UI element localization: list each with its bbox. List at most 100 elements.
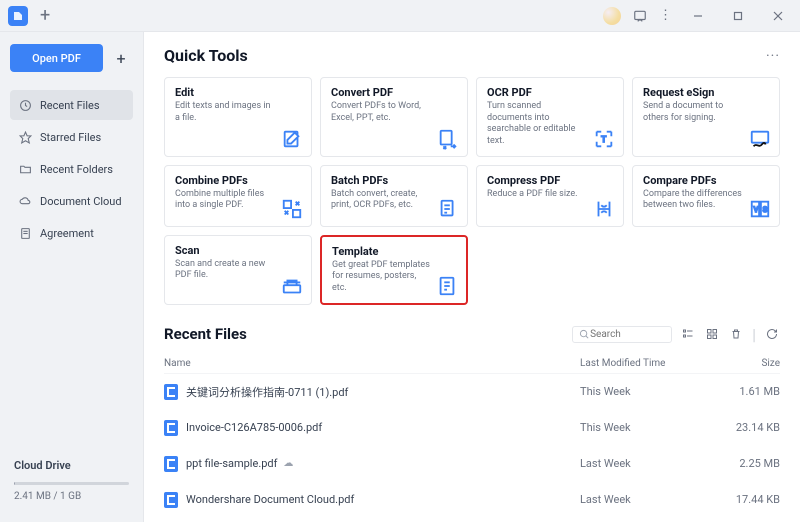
- title-bar: + ⋮: [0, 0, 800, 32]
- pdf-file-icon: [164, 456, 178, 472]
- tool-title: Scan: [175, 244, 301, 257]
- tool-desc: Scan and create a new PDF file.: [175, 259, 275, 282]
- sidebar-item-label: Recent Folders: [40, 163, 113, 176]
- add-file-button[interactable]: +: [109, 44, 133, 72]
- column-size: Size: [710, 358, 780, 369]
- cloud-drive-status: Cloud Drive 2.41 MB / 1 GB: [10, 451, 133, 510]
- main-content: Quick Tools ··· Edit Edit texts and image…: [144, 32, 800, 522]
- app-logo-icon: [8, 6, 28, 26]
- tool-card-edit[interactable]: Edit Edit texts and images in a file.: [164, 77, 312, 157]
- tool-icon: [281, 198, 303, 220]
- tool-desc: Compare the differences between two file…: [643, 189, 743, 212]
- file-row[interactable]: Wondershare Document Cloud.pdfLast Week1…: [164, 482, 780, 518]
- tool-card-batch-pdfs[interactable]: Batch PDFs Batch convert, create, print, …: [320, 165, 468, 227]
- tool-desc: Convert PDFs to Word, Excel, PPT, etc.: [331, 101, 431, 124]
- tool-title: Convert PDF: [331, 86, 457, 99]
- quick-tools-more-button[interactable]: ···: [766, 48, 780, 64]
- file-name: ppt file-sample.pdf ☁: [186, 457, 580, 470]
- file-time: Last Week: [580, 457, 710, 470]
- maximize-button[interactable]: [724, 4, 752, 28]
- kebab-menu-icon[interactable]: ⋮: [659, 8, 672, 23]
- file-name: Wondershare Document Cloud.pdf: [186, 493, 580, 506]
- search-box[interactable]: [572, 326, 672, 343]
- tool-icon: [281, 128, 303, 150]
- grid-view-button[interactable]: [704, 326, 720, 342]
- file-size: 2.25 MB: [710, 457, 780, 470]
- cloud-usage-bar: [14, 482, 129, 485]
- tool-card-compress-pdf[interactable]: Compress PDFReduce a PDF file size.: [476, 165, 624, 227]
- cloud-drive-title: Cloud Drive: [14, 459, 129, 472]
- tool-title: Combine PDFs: [175, 174, 301, 187]
- quick-tools-title: Quick Tools: [164, 46, 248, 65]
- doc-icon: [18, 226, 32, 240]
- new-tab-button[interactable]: +: [40, 5, 50, 26]
- svg-text:S: S: [763, 205, 768, 214]
- file-row[interactable]: ppt file-sample.pdf ☁Last Week2.25 MB: [164, 446, 780, 482]
- tool-card-compare-pdfs[interactable]: Compare PDFs Compare the differences betw…: [632, 165, 780, 227]
- tool-title: Compare PDFs: [643, 174, 769, 187]
- tool-icon: [437, 198, 459, 220]
- assistant-orb-icon[interactable]: [603, 7, 621, 25]
- tool-icon: [593, 198, 615, 220]
- svg-text:T: T: [601, 135, 606, 145]
- tool-card-request-esign[interactable]: Request eSignSend a document to others f…: [632, 77, 780, 157]
- tool-desc: Get great PDF templates for resumes, pos…: [332, 260, 432, 295]
- delete-button[interactable]: [728, 326, 744, 342]
- file-size: 17.44 KB: [710, 493, 780, 506]
- tool-title: OCR PDF: [487, 86, 613, 99]
- chat-icon[interactable]: [633, 9, 647, 23]
- clock-icon: [18, 98, 32, 112]
- sidebar-item-recent-folders[interactable]: Recent Folders: [10, 154, 133, 184]
- tool-title: Edit: [175, 86, 301, 99]
- sidebar-item-recent-files[interactable]: Recent Files: [10, 90, 133, 120]
- tool-icon: [437, 128, 459, 150]
- close-button[interactable]: [764, 4, 792, 28]
- tool-title: Batch PDFs: [331, 174, 457, 187]
- tool-title: Template: [332, 245, 456, 258]
- sidebar-item-label: Recent Files: [40, 99, 100, 112]
- tool-icon: T: [593, 128, 615, 150]
- sidebar-item-label: Document Cloud: [40, 195, 122, 208]
- cloud-icon: [18, 194, 32, 208]
- sidebar-item-document-cloud[interactable]: Document Cloud: [10, 186, 133, 216]
- pdf-file-icon: [164, 492, 178, 508]
- tool-card-combine-pdfs[interactable]: Combine PDFsCombine multiple files into …: [164, 165, 312, 227]
- open-pdf-button[interactable]: Open PDF: [10, 44, 103, 72]
- tool-card-template[interactable]: Template Get great PDF templates for resu…: [320, 235, 468, 305]
- sidebar-item-starred-files[interactable]: Starred Files: [10, 122, 133, 152]
- list-view-button[interactable]: [680, 326, 696, 342]
- sidebar-item-agreement[interactable]: Agreement: [10, 218, 133, 248]
- search-icon: [579, 329, 590, 340]
- sidebar-item-label: Starred Files: [40, 131, 101, 144]
- file-time: This Week: [580, 385, 710, 398]
- svg-text:V: V: [754, 205, 759, 214]
- tool-title: Compress PDF: [487, 174, 613, 187]
- tool-icon: [281, 276, 303, 298]
- tool-desc: Send a document to others for signing.: [643, 101, 743, 124]
- tool-desc: Edit texts and images in a file.: [175, 101, 275, 124]
- star-icon: [18, 130, 32, 144]
- tool-desc: Turn scanned documents into searchable o…: [487, 101, 587, 148]
- column-name: Name: [164, 358, 580, 369]
- folder-icon: [18, 162, 32, 176]
- file-name: Invoice-C126A785-0006.pdf: [186, 421, 580, 434]
- file-row[interactable]: 关键词分析操作指南-0711 (1).pdfThis Week1.61 MB: [164, 374, 780, 410]
- file-name: 关键词分析操作指南-0711 (1).pdf: [186, 384, 580, 400]
- cloud-badge-icon: ☁: [283, 458, 293, 469]
- recent-files-title: Recent Files: [164, 325, 247, 343]
- tool-card-scan[interactable]: Scan Scan and create a new PDF file.: [164, 235, 312, 305]
- tool-icon: [749, 128, 771, 150]
- refresh-button[interactable]: [764, 326, 780, 342]
- pdf-file-icon: [164, 384, 178, 400]
- search-input[interactable]: [590, 329, 660, 340]
- pdf-file-icon: [164, 420, 178, 436]
- sidebar: Open PDF + Recent Files Starred Files Re…: [0, 32, 144, 522]
- tool-desc: Batch convert, create, print, OCR PDFs, …: [331, 189, 431, 212]
- tool-card-ocr-pdf[interactable]: OCR PDF Turn scanned documents into searc…: [476, 77, 624, 157]
- sidebar-item-label: Agreement: [40, 227, 94, 240]
- file-time: Last Week: [580, 493, 710, 506]
- file-row[interactable]: Invoice-C126A785-0006.pdfThis Week23.14 …: [164, 410, 780, 446]
- minimize-button[interactable]: [684, 4, 712, 28]
- tool-card-convert-pdf[interactable]: Convert PDF Convert PDFs to Word, Excel, …: [320, 77, 468, 157]
- recent-table-header: Name Last Modified Time Size: [164, 354, 780, 374]
